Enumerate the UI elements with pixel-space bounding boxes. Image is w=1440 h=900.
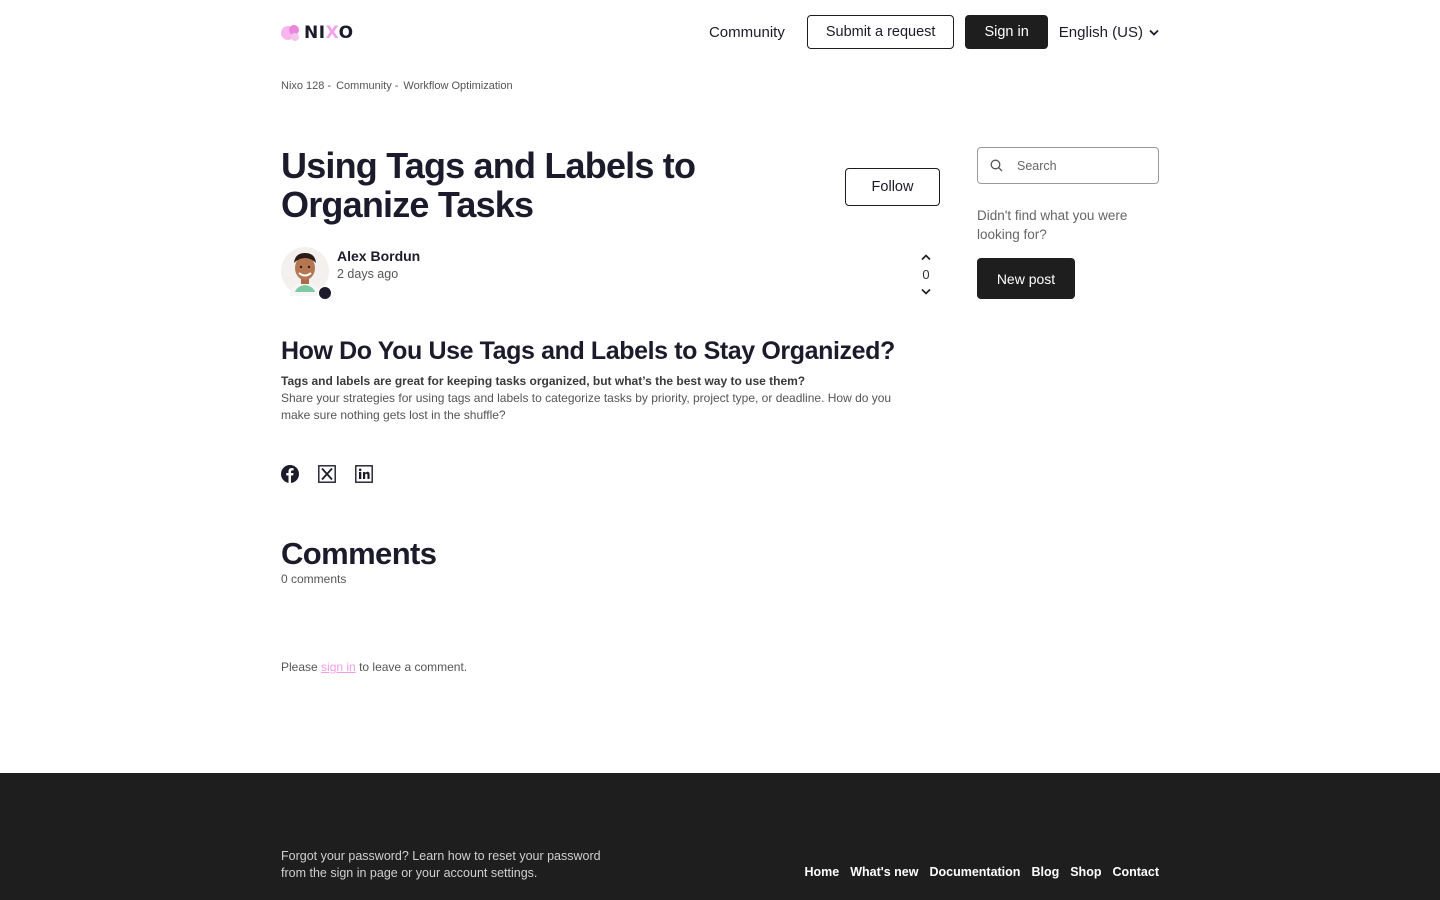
logo-icon xyxy=(281,25,299,41)
post-heading: How Do You Use Tags and Labels to Stay O… xyxy=(281,337,895,365)
share-links xyxy=(281,465,392,483)
breadcrumb: Nixo 128 - Community - Workflow Optimiza… xyxy=(281,80,513,92)
logo[interactable]: NIXO xyxy=(281,23,354,43)
search-input[interactable] xyxy=(1015,157,1149,174)
footer-link-whats-new[interactable]: What's new xyxy=(850,865,918,879)
comments-title: Comments xyxy=(281,536,437,571)
site-header: NIXO Community Submit a request Sign in … xyxy=(281,14,1159,50)
nav-community-link[interactable]: Community xyxy=(709,24,785,41)
downvote-chevron-down-icon[interactable] xyxy=(921,288,931,295)
sign-in-button[interactable]: Sign in xyxy=(965,15,1048,49)
logo-text: NIXO xyxy=(304,23,354,43)
sign-in-note: Please sign in to leave a comment. xyxy=(281,660,467,674)
sign-in-note-suffix: to leave a comment. xyxy=(359,660,468,674)
footer-link-blog[interactable]: Blog xyxy=(1031,865,1059,879)
footer-link-documentation[interactable]: Documentation xyxy=(929,865,1020,879)
breadcrumb-separator: - xyxy=(394,80,399,92)
footer-link-shop[interactable]: Shop xyxy=(1070,865,1101,879)
breadcrumb-separator: - xyxy=(327,80,332,92)
footer-text: Forgot your password? Learn how to reset… xyxy=(281,849,601,880)
upvote-chevron-up-icon[interactable] xyxy=(921,254,931,261)
vote-count: 0 xyxy=(922,267,930,282)
footer-link-contact[interactable]: Contact xyxy=(1112,865,1159,879)
language-label: English (US) xyxy=(1058,23,1143,41)
new-post-button[interactable]: New post xyxy=(977,258,1075,299)
breadcrumb-item-topic[interactable]: Workflow Optimization xyxy=(403,80,512,92)
post-timestamp: 2 days ago xyxy=(337,267,399,281)
user-status-icon xyxy=(318,286,332,300)
search-box[interactable] xyxy=(977,147,1159,184)
site-footer: Forgot your password? Learn how to reset… xyxy=(0,773,1440,900)
breadcrumb-item-home[interactable]: Nixo 128 xyxy=(281,80,324,92)
breadcrumb-item-community[interactable]: Community xyxy=(336,80,392,92)
sign-in-note-prefix: Please xyxy=(281,660,318,674)
language-selector[interactable]: English (US) xyxy=(1059,24,1159,41)
footer-link-home[interactable]: Home xyxy=(804,865,839,879)
post-body-text: Share your strategies for using tags and… xyxy=(281,391,892,422)
chevron-down-icon xyxy=(1149,29,1159,36)
post-lead-text: Tags and labels are great for keeping ta… xyxy=(281,374,806,388)
linkedin-icon[interactable] xyxy=(355,465,373,483)
sign-in-link[interactable]: sign in xyxy=(321,660,356,674)
comments-count: 0 comments xyxy=(281,572,347,586)
page-title: Using Tags and Labels to Organize Tasks xyxy=(281,145,696,225)
facebook-icon[interactable] xyxy=(281,465,299,483)
x-twitter-icon[interactable] xyxy=(318,465,336,483)
author-name[interactable]: Alex Bordun xyxy=(337,248,420,264)
follow-button[interactable]: Follow xyxy=(845,168,940,206)
sidebar-help-text: Didn't find what you were looking for? xyxy=(977,208,1128,242)
footer-links: Home What's new Documentation Blog Shop … xyxy=(793,865,1159,879)
search-icon xyxy=(990,159,1003,172)
submit-request-button[interactable]: Submit a request xyxy=(806,15,955,49)
vote-widget: 0 xyxy=(916,254,936,295)
top-nav: Community Submit a request Sign in Engli… xyxy=(709,15,1159,49)
